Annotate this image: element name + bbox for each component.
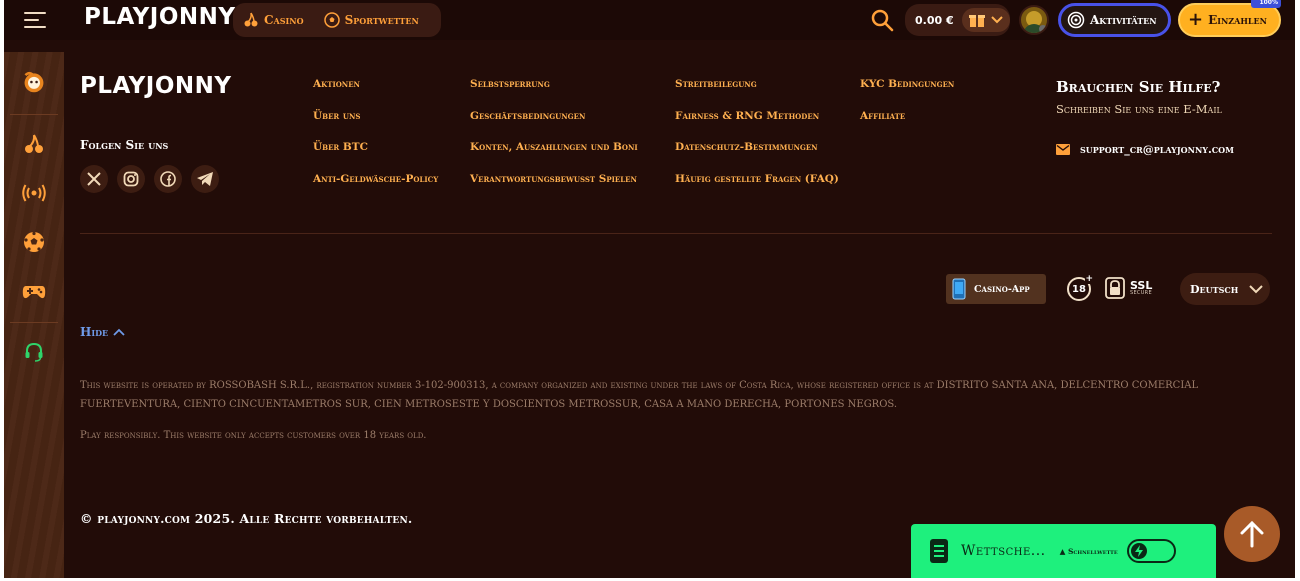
footer-divider	[80, 233, 1272, 234]
ssl-sublabel: SECURE	[1130, 290, 1152, 296]
betslip-label: Wettsche...	[961, 543, 1046, 559]
phone-icon	[952, 278, 966, 300]
scroll-to-top-button[interactable]	[1224, 506, 1280, 562]
balance-value: 0.00 €	[915, 13, 954, 27]
footer-logo[interactable]: PLAYJONNY	[80, 73, 232, 99]
menu-icon[interactable]	[24, 12, 46, 28]
betslip-widget[interactable]: Wettsche... ▲ Schnellwette	[911, 524, 1216, 578]
footer-column-2: Selbstsperrung Geschäftsbedingungen Kont…	[470, 78, 638, 204]
activities-label: Aktivitäten	[1090, 13, 1157, 27]
balance-display[interactable]: 0.00 €	[905, 4, 1010, 36]
help-heading: Brauchen Sie Hilfe?	[1056, 78, 1221, 96]
casino-app-button[interactable]: Casino-App	[946, 274, 1046, 304]
bonus-percent-badge: 100%	[1251, 0, 1281, 8]
arrow-up-icon	[1240, 520, 1264, 548]
legal-text: This website is operated by ROSSOBASH S.…	[80, 380, 1199, 410]
nav-casino-label: Casino	[264, 13, 304, 27]
avatar[interactable]	[1019, 5, 1049, 35]
link-ueber-uns[interactable]: Über uns	[313, 110, 438, 142]
nav-casino[interactable]: Casino	[243, 12, 304, 28]
link-selbstsperrung[interactable]: Selbstsperrung	[470, 78, 638, 110]
plus-icon: +	[1188, 9, 1204, 30]
support-headset-icon[interactable]	[22, 340, 46, 364]
link-aktionen[interactable]: Aktionen	[313, 78, 438, 110]
chevron-down-icon	[990, 16, 1003, 24]
header-logo[interactable]: PLAYJONNY	[84, 4, 236, 30]
link-datenschutz[interactable]: Datenschutz-Bestimmungen	[675, 141, 839, 173]
link-affiliate[interactable]: Affiliate	[860, 110, 954, 142]
link-kyc[interactable]: KYC Bedingungen	[860, 78, 954, 110]
ssl-secure-badge: SSL SECURE	[1105, 277, 1152, 299]
x-icon[interactable]	[80, 165, 108, 193]
chevron-down-icon	[1249, 285, 1263, 294]
betslip-icon	[930, 539, 948, 563]
hide-label: Hide	[80, 325, 109, 339]
cherry-icon[interactable]	[22, 132, 46, 156]
sidebar-divider	[10, 114, 58, 115]
sidebar-divider	[10, 322, 58, 323]
activities-button[interactable]: Aktivitäten	[1058, 3, 1171, 37]
footer-column-3: Streitbeilegung Fairness & RNG Methoden …	[675, 78, 839, 204]
link-ueber-btc[interactable]: Über BTC	[313, 141, 438, 173]
gamepad-icon[interactable]	[22, 280, 46, 304]
target-icon	[1067, 11, 1085, 29]
facebook-icon[interactable]	[154, 165, 182, 193]
responsible-gaming-text: Play responsibly. This website only acce…	[80, 430, 427, 441]
telegram-icon[interactable]	[191, 165, 219, 193]
copyright-text: © playjonny.com 2025. Alle Rechte vorbeh…	[80, 511, 413, 526]
support-email-link[interactable]: support_cr@playjonny.com	[1056, 143, 1234, 156]
lock-icon	[1105, 277, 1125, 299]
help-subtitle: Schreiben Sie uns eine E-Mail	[1056, 102, 1222, 116]
main-nav: Casino Sportwetten	[233, 3, 441, 37]
social-links	[80, 165, 228, 193]
soccer-ball-icon[interactable]	[22, 230, 46, 254]
link-fairness-rng[interactable]: Fairness & RNG Methoden	[675, 110, 839, 142]
soccer-ball-icon	[323, 12, 340, 28]
mail-icon	[1056, 144, 1070, 155]
sidebar	[4, 52, 64, 578]
nav-sportwetten-label: Sportwetten	[344, 13, 419, 27]
instagram-icon[interactable]	[117, 165, 145, 193]
link-konten-auszahlungen[interactable]: Konten, Auszahlungen und Boni	[470, 141, 638, 173]
link-anti-geldwaesche[interactable]: Anti-Geldwäsche-Policy	[313, 173, 438, 205]
nav-sportwetten[interactable]: Sportwetten	[323, 12, 419, 28]
search-icon[interactable]	[870, 8, 894, 32]
language-value: Deutsch	[1190, 282, 1239, 296]
follow-us-heading: Folgen Sie uns	[80, 138, 169, 152]
age-badge-number: 18	[1072, 283, 1086, 295]
quick-bet-toggle[interactable]	[1126, 539, 1176, 563]
link-streitbeilegung[interactable]: Streitbeilegung	[675, 78, 839, 110]
cherry-icon	[244, 12, 258, 27]
lightning-icon	[1130, 543, 1147, 559]
link-geschaeftsbedingungen[interactable]: Geschäftsbedingungen	[470, 110, 638, 142]
top-header: PLAYJONNY Casino Sportwetten 0.00 € Akti…	[4, 0, 1295, 40]
footer-column-4: KYC Bedingungen Affiliate	[860, 78, 954, 141]
link-faq[interactable]: Häufig gestellte Fragen (FAQ)	[675, 173, 839, 205]
quick-bet-label: ▲ Schnellwette	[1059, 546, 1118, 556]
chevron-up-icon	[113, 328, 125, 336]
support-email-text: support_cr@playjonny.com	[1080, 143, 1235, 156]
pumpkin-logo-icon[interactable]	[22, 70, 46, 94]
language-select[interactable]: Deutsch	[1180, 273, 1270, 305]
hide-toggle[interactable]: Hide	[80, 325, 125, 339]
bonus-dropdown[interactable]	[961, 8, 1010, 32]
live-broadcast-icon[interactable]	[22, 181, 46, 205]
link-verantwortungsbewusst[interactable]: Verantwortungsbewusst Spielen	[470, 173, 638, 205]
page-frame: PLAYJONNY Casino Sportwetten 0.00 € Akti…	[4, 0, 1295, 578]
deposit-button[interactable]: + Einzahlen	[1178, 3, 1281, 37]
casino-app-label: Casino-App	[974, 283, 1030, 295]
footer-column-1: Aktionen Über uns Über BTC Anti-Geldwäsc…	[313, 78, 438, 204]
deposit-label: Einzahlen	[1208, 13, 1267, 27]
quick-bet-text: Schnellwette	[1067, 546, 1118, 556]
age-badge-plus: +	[1085, 274, 1093, 284]
gift-icon	[968, 15, 985, 27]
age-18-badge: 18 +	[1067, 274, 1093, 301]
